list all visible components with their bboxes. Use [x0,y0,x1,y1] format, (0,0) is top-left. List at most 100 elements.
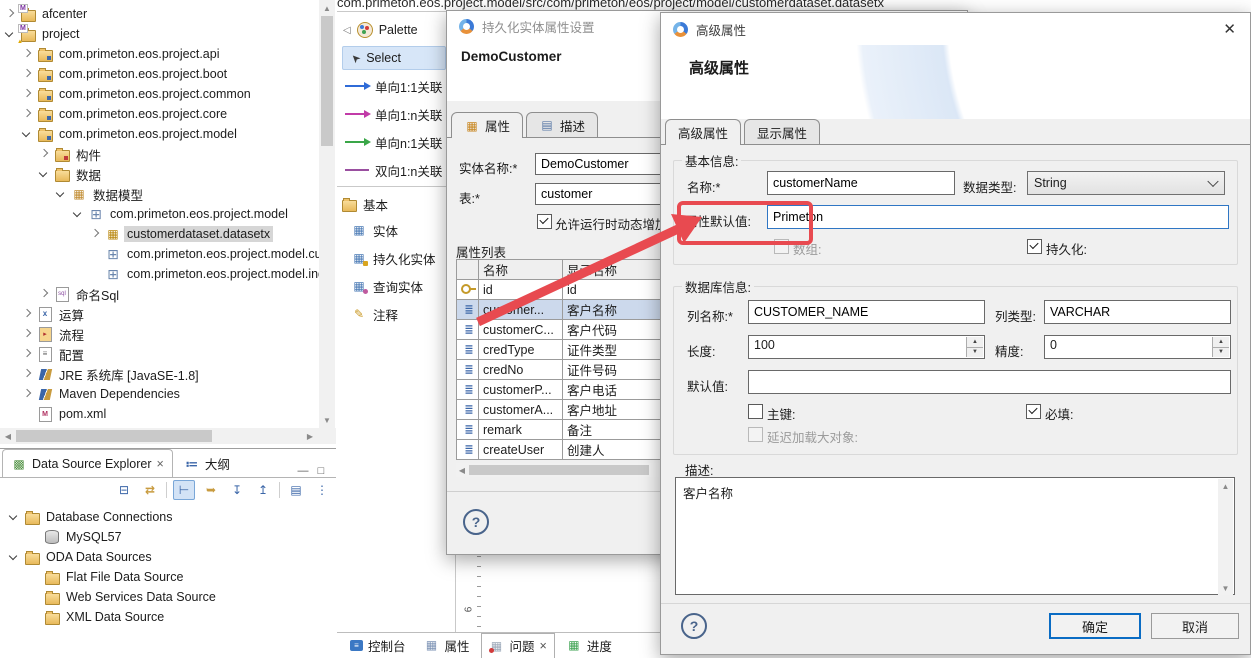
stepper-arrows-icon[interactable]: ▲▼ [1212,337,1229,357]
property-name-cell[interactable]: createUser [479,440,563,460]
table-row[interactable]: ≣remark备注 [457,420,686,440]
stepper-arrows-icon[interactable]: ▲▼ [966,337,983,357]
expander-icon[interactable] [21,327,34,341]
tree-item[interactable]: com.primeton.eos.project.common [21,84,254,104]
table-row[interactable]: ≣customerA...客户地址 [457,400,686,420]
entity-table-input[interactable] [535,183,679,205]
palette-tool[interactable]: 单向n:1关联 [345,130,442,154]
expander-icon[interactable] [4,7,17,21]
expander-icon[interactable] [21,107,34,121]
expander-icon[interactable] [38,147,51,161]
palette-tool[interactable]: 单向1:1关联 [345,74,442,98]
collapse-all-icon[interactable]: ⊟ [114,483,134,497]
primary-key-checkbox[interactable] [748,404,763,419]
column-type-input[interactable] [1044,300,1231,324]
property-name-cell[interactable]: customerA... [479,400,563,420]
tree-item[interactable]: afcenter [4,4,90,24]
expander-icon[interactable] [38,167,51,181]
column-name-input[interactable] [748,300,985,324]
table-row[interactable]: idid [457,280,686,300]
overflow-icon[interactable]: ⋮ [312,483,332,497]
datatype-combo[interactable]: String [1027,171,1225,195]
tree-item[interactable]: Flat File Data Source [28,567,186,587]
tree-item[interactable]: com.primeton.eos.project.boot [21,64,230,84]
palette-tool[interactable]: ▦实体 [351,218,398,242]
tab-entity-description[interactable]: ▤ 描述 [526,112,598,137]
tree-item[interactable]: 数据 [38,164,104,184]
table-row[interactable]: ≣credNo证件号码 [457,360,686,380]
table-row[interactable]: ≣createUser创建人 [457,440,686,460]
tree-item[interactable]: x运算 [21,304,87,324]
tree-item[interactable]: com.primeton.eos.project.model [21,124,240,144]
expander-icon[interactable] [8,510,21,524]
refresh-icon[interactable]: ⇄ [140,483,160,497]
palette-tool[interactable]: ▦持久化实体 [351,246,436,270]
export-icon[interactable]: ↥ [253,483,273,497]
view-tab-进度[interactable]: ▦进度 [559,633,619,657]
tab-outline[interactable]: ≔ 大纲 [175,449,239,477]
view-tab-问题[interactable]: ▦问题× [481,633,555,658]
save-icon[interactable]: ▤ [286,483,306,497]
tab-entity-properties[interactable]: ▦ 属性 [451,112,523,138]
tree-item[interactable]: sql命名Sql [38,284,122,304]
column-header[interactable]: 名称 [479,260,563,280]
expander-icon[interactable] [21,347,34,361]
view-tab-属性[interactable]: ▦属性 [417,633,477,657]
expander-icon[interactable] [89,227,102,241]
view-tab-控制台[interactable]: ≡控制台 [343,633,413,657]
expander-icon[interactable] [21,387,34,401]
cancel-button[interactable]: 取消 [1151,613,1239,639]
palette-tool[interactable]: ✎注释 [351,302,398,326]
property-name-cell[interactable]: customerP... [479,380,563,400]
tree-item[interactable]: ▦customerdataset.datasetx [89,224,273,244]
palette-header[interactable]: ◁ Palette [343,18,418,42]
persistent-checkbox[interactable] [1027,239,1042,254]
tab-advanced-properties[interactable]: 高级属性 [665,119,741,145]
project-explorer-vscrollbar[interactable]: ▲ ▼ [319,0,335,428]
precision-stepper[interactable]: 0 ▲▼ [1044,335,1231,359]
tree-item[interactable]: Maven Dependencies [21,384,183,404]
project-explorer-hscrollbar[interactable]: ◀ ▶ [0,428,336,444]
property-name-cell[interactable]: customerC... [479,320,563,340]
tree-item[interactable]: ▦数据模型 [55,184,146,204]
palette-group-basic[interactable]: 基本 [341,192,388,216]
tree-item[interactable]: com.primeton.eos.project.api [21,44,223,64]
table-row[interactable]: ≣customerC...客户代码 [457,320,686,340]
property-name-cell[interactable]: credNo [479,360,563,380]
close-icon[interactable]: × [540,639,547,653]
name-input[interactable] [767,171,955,195]
tree-item[interactable]: com.primeton.eos.project.core [21,104,230,124]
hierarchy-icon[interactable]: ⊢ [173,480,195,500]
ok-button[interactable]: 确定 [1049,613,1141,639]
tree-item[interactable]: ⊞com.primeton.eos.project.model.inde [89,264,335,284]
tree-item[interactable]: MySQL57 [28,527,125,547]
tree-item[interactable]: project [4,24,83,44]
property-name-cell[interactable]: id [479,280,563,300]
table-row[interactable]: ≣credType证件类型 [457,340,686,360]
expander-icon[interactable] [21,127,34,141]
tree-item[interactable]: ≡配置 [21,344,87,364]
tab-display-properties[interactable]: 显示属性 [744,119,820,144]
required-checkbox[interactable] [1026,404,1041,419]
tree-item[interactable]: ⊞com.primeton.eos.project.model [72,204,291,224]
palette-tool[interactable]: ▦查询实体 [351,274,423,298]
help-icon[interactable]: ? [463,509,489,535]
expander-icon[interactable] [4,27,17,41]
property-name-cell[interactable]: remark [479,420,563,440]
tree-item[interactable]: Mpom.xml [21,404,109,424]
tree-item[interactable]: XML Data Source [28,607,167,627]
close-icon[interactable]: ✕ [1223,20,1236,38]
tree-item[interactable]: ODA Data Sources [8,547,155,567]
minimize-icon[interactable]: — [294,465,312,477]
palette-tool[interactable]: 单向1:n关联 [345,102,442,126]
property-name-cell[interactable]: credType [479,340,563,360]
expander-icon[interactable] [8,550,21,564]
entity-name-input[interactable] [535,153,679,175]
tree-item[interactable]: ⊞com.primeton.eos.project.model.cust [89,244,334,264]
db-default-input[interactable] [748,370,1231,394]
lazy-load-checkbox[interactable] [748,427,763,442]
property-default-input[interactable] [767,205,1229,229]
expander-icon[interactable] [38,287,51,301]
tree-item[interactable]: Web Services Data Source [28,587,219,607]
expander-icon[interactable] [21,307,34,321]
